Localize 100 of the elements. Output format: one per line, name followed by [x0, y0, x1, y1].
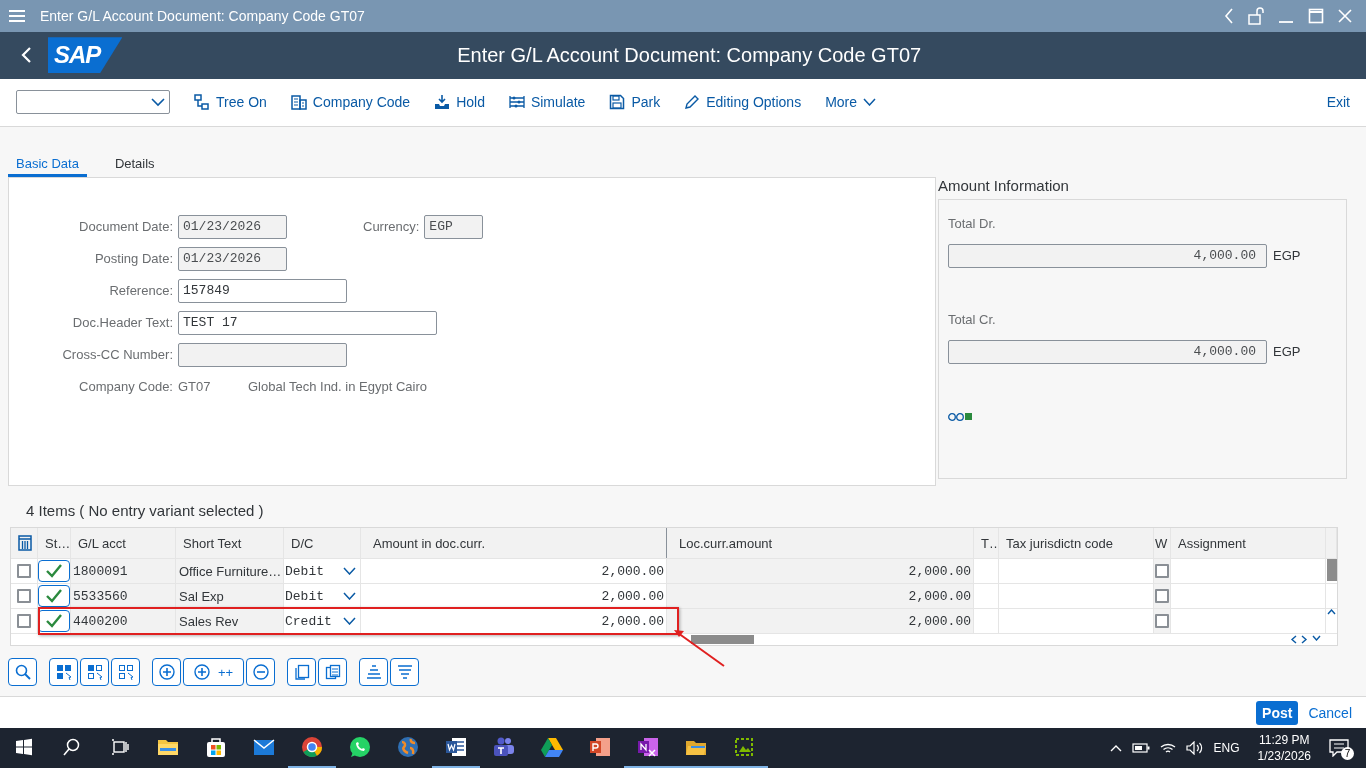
add-icon — [194, 664, 210, 681]
table-cell: 5533560 — [71, 584, 176, 609]
copy-button[interactable] — [287, 658, 317, 687]
zoom-button[interactable] — [8, 658, 37, 687]
checkbox[interactable] — [17, 614, 31, 629]
input-field[interactable]: TEST 17 — [178, 310, 437, 335]
checkbox[interactable] — [17, 564, 31, 579]
toolbar-button[interactable]: Hold — [434, 94, 485, 111]
input-field[interactable]: 01/23/2026 — [178, 214, 287, 239]
column-header[interactable]: St… — [38, 528, 71, 559]
close-icon[interactable] — [1338, 8, 1352, 23]
windows-icon[interactable] — [15, 738, 33, 756]
language-indicator[interactable]: ENG — [1213, 741, 1240, 755]
menu-icon[interactable] — [8, 8, 26, 23]
table-cell: 2,000.00 — [667, 609, 974, 634]
crop-icon — [733, 736, 755, 758]
column-header[interactable]: Assignment — [1171, 528, 1326, 559]
input-field[interactable]: 157849 — [178, 278, 347, 303]
chevron-left-icon[interactable] — [1290, 635, 1297, 645]
variant-dropdown[interactable] — [16, 90, 170, 115]
toolbar-button[interactable]: Simulate — [508, 94, 586, 111]
checkbox[interactable] — [1155, 564, 1169, 579]
scrollbar-thumb[interactable] — [1326, 559, 1337, 582]
select-block-button[interactable] — [80, 658, 109, 687]
clock-date[interactable]: 1/23/2026 — [1257, 748, 1311, 764]
column-header[interactable]: Amount in doc.curr. — [361, 528, 667, 559]
add-rows-button[interactable]: ++ — [183, 658, 245, 687]
input-field[interactable]: 01/23/2026 — [178, 246, 287, 271]
table-cell: 1800091 — [71, 559, 176, 584]
amount-field: 4,000.00 — [948, 243, 1267, 268]
input-field[interactable] — [178, 342, 347, 367]
documents-button[interactable] — [318, 658, 348, 687]
globe-icon — [397, 736, 419, 758]
debit-credit-dropdown[interactable]: Debit — [284, 588, 360, 604]
save-icon — [609, 94, 626, 111]
toolbar-button[interactable]: Tree On — [194, 94, 267, 111]
remove-button[interactable] — [246, 658, 276, 687]
toolbar-button[interactable]: Editing Options — [684, 94, 802, 111]
column-header[interactable]: T… — [974, 528, 999, 559]
section-title: 4 Items ( No entry variant selected ) — [26, 501, 265, 520]
column-header[interactable]: W — [1154, 528, 1171, 559]
chevron-down-icon[interactable] — [1312, 635, 1321, 642]
cancel-button[interactable]: Cancel — [1306, 700, 1354, 725]
back-icon[interactable] — [20, 46, 32, 65]
tab[interactable]: Details — [106, 148, 163, 177]
select-all-grid-button[interactable] — [49, 658, 78, 687]
more-button[interactable]: More — [825, 94, 877, 111]
maximize-icon[interactable] — [1308, 7, 1324, 24]
zoom-icon — [14, 664, 31, 681]
triangle-icon — [541, 736, 563, 758]
status-button[interactable] — [38, 610, 70, 633]
toolbar-button[interactable]: Park — [609, 94, 661, 111]
add-button[interactable] — [152, 658, 181, 687]
checkbox[interactable] — [1155, 589, 1169, 604]
debit-credit-dropdown[interactable]: Credit — [284, 613, 360, 629]
input-field[interactable]: EGP — [424, 214, 484, 239]
sort-ascending-button[interactable] — [359, 658, 389, 687]
deselect-all-button[interactable] — [111, 658, 140, 687]
status-button[interactable] — [38, 585, 70, 608]
column-header[interactable]: G/L acct — [71, 528, 176, 559]
chevron-up-icon[interactable] — [1109, 744, 1122, 752]
chat-bubble-icon — [349, 736, 371, 758]
building-icon — [290, 94, 307, 111]
company-name: Global Tech Ind. in Egypt Cairo — [248, 379, 427, 395]
column-header[interactable]: D/C — [284, 528, 361, 559]
debit-credit-dropdown[interactable]: Debit — [284, 563, 360, 579]
field-label: Company Code: — [78, 379, 173, 395]
battery-icon[interactable] — [1131, 743, 1150, 753]
column-header[interactable]: Loc.curr.amount — [667, 528, 974, 559]
table-cell: 4400200 — [71, 609, 176, 634]
column-header[interactable]: Short Text — [176, 528, 284, 559]
chevron-down-icon — [343, 567, 356, 576]
task-view-icon[interactable] — [111, 739, 129, 755]
select-all-grid-icon — [55, 664, 72, 681]
tree-icon — [194, 94, 210, 111]
search-icon[interactable] — [63, 738, 81, 756]
chevron-right-icon[interactable] — [1301, 635, 1308, 645]
checkbox[interactable] — [17, 589, 31, 604]
field-label: Document Date: — [78, 219, 173, 235]
notification-icon[interactable] — [1329, 739, 1349, 757]
documents-icon — [324, 664, 341, 681]
wifi-icon[interactable] — [1159, 741, 1176, 755]
table-cell: 2,000.00 — [667, 559, 974, 584]
exit-button[interactable]: Exit — [1326, 94, 1350, 111]
scrollbar-thumb[interactable] — [691, 635, 754, 645]
field-label: Currency: — [363, 219, 420, 235]
column-header[interactable]: Tax jurisdictn code — [999, 528, 1154, 559]
table-cell: 2,000.00 — [667, 584, 974, 609]
sort-descending-icon — [396, 664, 413, 681]
status-button[interactable] — [38, 560, 70, 583]
sort-descending-button[interactable] — [390, 658, 420, 687]
clock-time[interactable]: 11:29 PM — [1259, 732, 1310, 748]
checkbox[interactable] — [1155, 614, 1169, 629]
select-all-icon[interactable] — [18, 535, 32, 552]
post-button[interactable]: Post — [1256, 700, 1299, 725]
table-cell: Sales Rev — [176, 609, 284, 634]
unlock-icon[interactable] — [1248, 6, 1264, 25]
speaker-icon[interactable] — [1185, 741, 1204, 755]
field-label: Posting Date: — [93, 251, 173, 267]
toolbar-button[interactable]: Company Code — [290, 94, 411, 111]
